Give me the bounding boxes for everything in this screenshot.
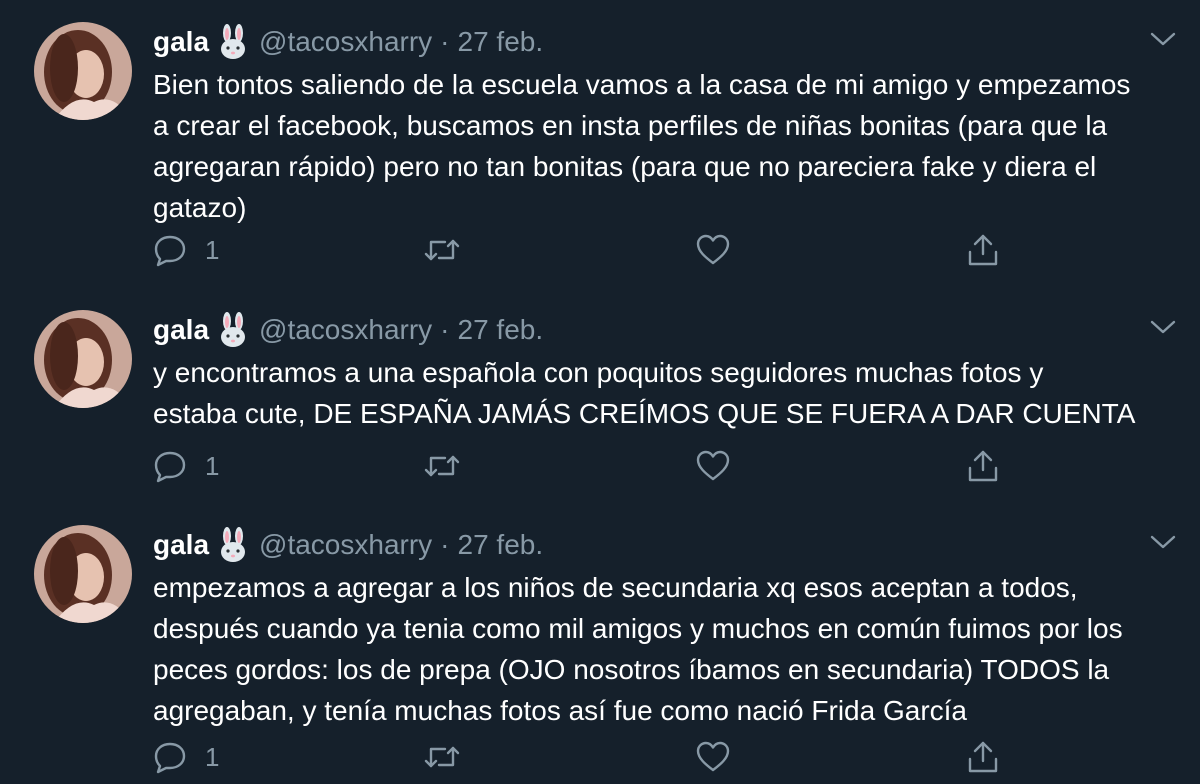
avatar[interactable] <box>34 22 132 120</box>
tweet-text-line: peces gordos: los de prepa (OJO nosotros… <box>153 654 1110 685</box>
tweet-text: empezamos a agregar a los niños de secun… <box>153 567 1183 731</box>
reply-button[interactable]: 1 <box>153 448 219 484</box>
reply-count: 1 <box>205 450 220 481</box>
chevron-down-icon[interactable] <box>1150 533 1176 551</box>
separator-dot: · <box>440 314 450 345</box>
reply-icon <box>154 451 186 483</box>
share-icon <box>968 741 998 773</box>
heart-icon <box>696 234 730 265</box>
share-button[interactable] <box>966 739 1000 775</box>
tweet-text-line: agregaban, y tenía muchas fotos así fue … <box>153 695 967 726</box>
rabbit-face-icon <box>217 24 249 60</box>
reply-count: 1 <box>205 234 220 265</box>
display-name[interactable]: gala <box>153 529 209 561</box>
tweet[interactable]: gala @tacosxharry · 27 feb. y encontramo… <box>0 310 1200 500</box>
tweet-actions: 1 <box>153 232 1023 268</box>
separator-dot: · <box>440 529 450 560</box>
reply-count: 1 <box>205 741 220 772</box>
share-icon <box>968 234 998 266</box>
rabbit-face-icon <box>217 312 249 348</box>
like-button[interactable] <box>695 448 731 484</box>
heart-icon <box>696 741 730 772</box>
separator-dot: · <box>440 26 450 57</box>
tweet[interactable]: gala @tacosxharry · 27 feb. Bien tontos … <box>0 22 1200 292</box>
display-name[interactable]: gala <box>153 314 209 346</box>
reply-button[interactable]: 1 <box>153 739 219 775</box>
avatar[interactable] <box>34 310 132 408</box>
tweet[interactable]: gala @tacosxharry · 27 feb. empezamos a … <box>0 525 1200 784</box>
retweet-icon <box>424 455 460 477</box>
tweet-text-line: Bien tontos saliendo de la escuela vamos… <box>153 69 1131 100</box>
tweet-text-line: después cuando ya tenia como mil amigos … <box>153 613 1123 644</box>
like-button[interactable] <box>695 232 731 268</box>
tweet-text-line: y encontramos a una española con poquito… <box>153 357 1044 388</box>
heart-icon <box>696 450 730 481</box>
tweet-text-line: estaba cute, DE ESPAÑA JAMÁS CREÍMOS QUE… <box>153 398 1136 429</box>
tweet-date[interactable]: 27 feb. <box>458 26 544 58</box>
share-button[interactable] <box>966 448 1000 484</box>
handle[interactable]: @tacosxharry <box>259 314 432 346</box>
chevron-down-icon[interactable] <box>1150 318 1176 336</box>
share-button[interactable] <box>966 232 1000 268</box>
reply-icon <box>154 235 186 267</box>
retweet-button[interactable] <box>423 448 461 484</box>
tweet-text-line: agregaran rápido) pero no tan bonitas (p… <box>153 151 1097 182</box>
display-name[interactable]: gala <box>153 26 209 58</box>
tweet-date[interactable]: 27 feb. <box>458 314 544 346</box>
handle[interactable]: @tacosxharry <box>259 529 432 561</box>
tweet-actions: 1 <box>153 739 1023 775</box>
reply-icon <box>154 742 186 774</box>
tweet-text-line: a crear el facebook, buscamos en insta p… <box>153 110 1108 141</box>
avatar[interactable] <box>34 525 132 623</box>
tweet-text: Bien tontos saliendo de la escuela vamos… <box>153 64 1183 228</box>
tweet-text-line: gatazo) <box>153 192 247 223</box>
chevron-down-icon[interactable] <box>1150 30 1176 48</box>
tweet-text: y encontramos a una española con poquito… <box>153 352 1183 434</box>
tweet-date[interactable]: 27 feb. <box>458 529 544 561</box>
retweet-icon <box>424 746 460 768</box>
tweet-text-line: empezamos a agregar a los niños de secun… <box>153 572 1078 603</box>
like-button[interactable] <box>695 739 731 775</box>
retweet-button[interactable] <box>423 232 461 268</box>
retweet-icon <box>424 239 460 261</box>
rabbit-face-icon <box>217 527 249 563</box>
tweet-actions: 1 <box>153 448 1023 484</box>
reply-button[interactable]: 1 <box>153 232 219 268</box>
retweet-button[interactable] <box>423 739 461 775</box>
handle[interactable]: @tacosxharry <box>259 26 432 58</box>
share-icon <box>968 450 998 482</box>
